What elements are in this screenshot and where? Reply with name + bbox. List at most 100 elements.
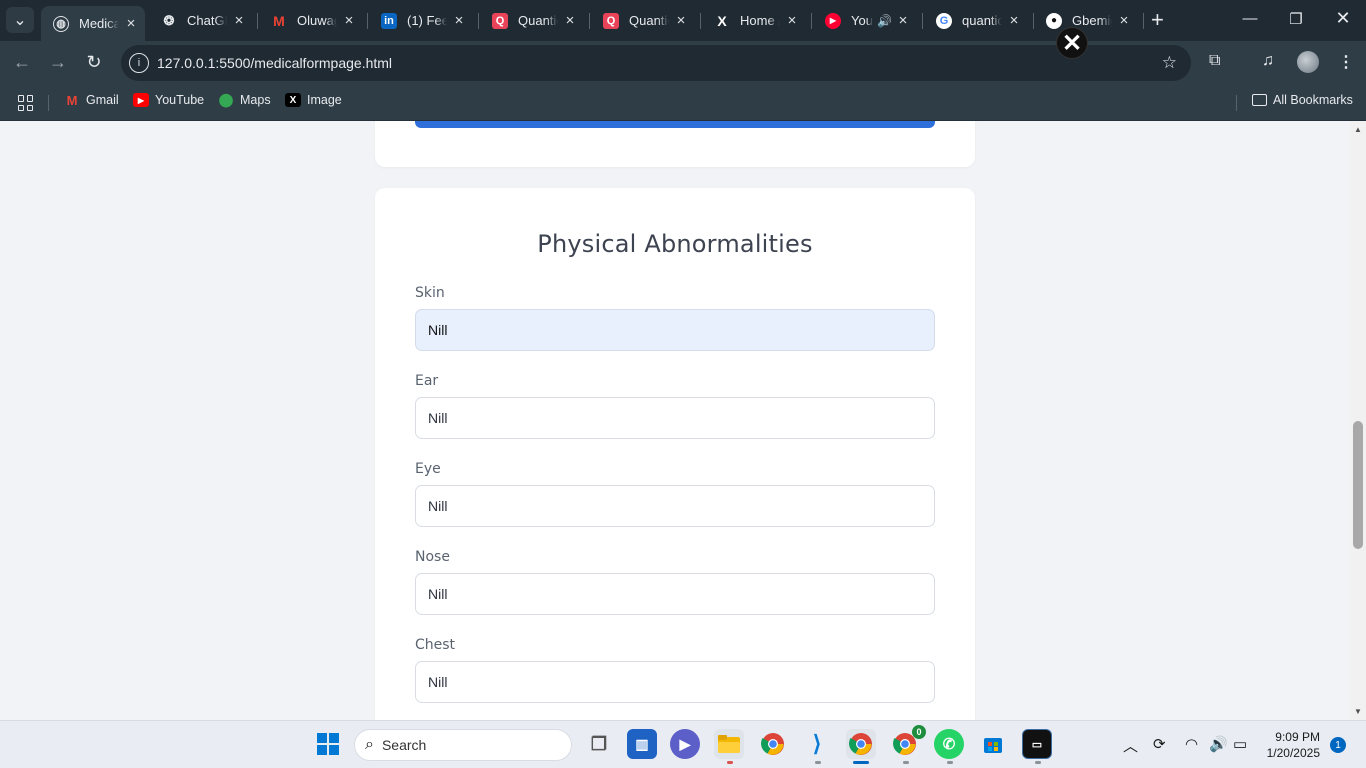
scroll-up-arrow-icon[interactable]: ▲ bbox=[1354, 125, 1362, 134]
reload-icon[interactable]: ↻ bbox=[82, 52, 106, 73]
site-info-icon[interactable]: i bbox=[129, 53, 149, 73]
tab-chatgpt[interactable]: ❂ ChatGP × bbox=[149, 6, 253, 35]
close-tab-icon[interactable]: × bbox=[231, 12, 247, 29]
running-indicator bbox=[815, 761, 821, 764]
bookmark-gmail[interactable]: M Gmail bbox=[64, 93, 119, 108]
whatsapp-icon[interactable]: ✆ bbox=[934, 729, 964, 759]
skin-label: Skin bbox=[415, 285, 445, 301]
page-scrollbar[interactable]: ▲ ▼ bbox=[1350, 121, 1366, 720]
vscode-icon[interactable]: ⟩ bbox=[802, 729, 832, 759]
page-viewport: Physical Abnormalities Skin Ear Eye Nose… bbox=[0, 121, 1350, 720]
bookmark-separator bbox=[1236, 95, 1237, 111]
screen-recorder-icon[interactable]: ▭ bbox=[1022, 729, 1052, 759]
close-tab-icon[interactable]: × bbox=[1006, 12, 1022, 29]
chrome-alt-profile-icon[interactable]: 0 bbox=[890, 725, 926, 759]
tab-linkedin[interactable]: in (1) Feed × bbox=[369, 6, 473, 35]
nose-input[interactable] bbox=[415, 573, 935, 615]
tab-search-chevron-icon[interactable]: ⌄ bbox=[6, 7, 34, 33]
ear-input[interactable] bbox=[415, 397, 935, 439]
close-tab-icon[interactable]: × bbox=[341, 12, 357, 29]
close-tab-icon[interactable]: × bbox=[784, 12, 800, 29]
tab-x-home[interactable]: X Home / × bbox=[702, 6, 806, 35]
tab-title: ChatGP bbox=[187, 13, 227, 28]
address-bar[interactable]: i 127.0.0.1:5500/medicalformpage.html ☆ bbox=[121, 45, 1191, 81]
globe-icon: ◍ bbox=[53, 15, 69, 32]
tab-title: Gbemig bbox=[1072, 13, 1112, 28]
scrollbar-thumb[interactable] bbox=[1353, 421, 1363, 549]
close-window-button[interactable]: ✕ bbox=[1320, 8, 1366, 29]
close-tab-icon[interactable]: × bbox=[673, 12, 689, 29]
profile-avatar[interactable] bbox=[1297, 51, 1319, 73]
tab-title: Home / bbox=[740, 13, 780, 28]
github-icon: ● bbox=[1046, 12, 1062, 29]
close-overlay-icon[interactable]: ✕ bbox=[1056, 27, 1088, 59]
url-text[interactable]: 127.0.0.1:5500/medicalformpage.html bbox=[157, 55, 392, 71]
taskbar-search-box[interactable]: ⌕ Search bbox=[354, 729, 572, 761]
all-bookmarks-button[interactable]: All Bookmarks bbox=[1252, 93, 1353, 107]
search-label: Search bbox=[381, 737, 427, 753]
tab-google-search[interactable]: G quantic × bbox=[924, 6, 1028, 35]
chrome-icon[interactable] bbox=[758, 729, 788, 759]
skin-input[interactable] bbox=[415, 309, 935, 351]
tab-separator bbox=[700, 13, 701, 29]
show-hidden-icons-chevron-icon[interactable]: ︿ bbox=[1123, 735, 1138, 756]
bookmark-label: YouTube bbox=[155, 93, 205, 107]
chest-input[interactable] bbox=[415, 661, 935, 703]
tab-title: Oluwag bbox=[297, 13, 337, 28]
minimize-button[interactable]: — bbox=[1227, 10, 1273, 27]
new-tab-button[interactable]: + bbox=[1151, 9, 1164, 31]
bookmark-youtube[interactable]: ▶ YouTube bbox=[133, 93, 204, 107]
youtube-icon: ▶ bbox=[133, 93, 149, 107]
all-bookmarks-label: All Bookmarks bbox=[1273, 93, 1353, 107]
speaker-icon[interactable]: 🔊 bbox=[877, 14, 892, 28]
bookmark-star-icon[interactable]: ☆ bbox=[1162, 53, 1177, 73]
more-menu-icon[interactable]: ⋮ bbox=[1338, 52, 1354, 72]
close-tab-icon[interactable]: × bbox=[123, 15, 139, 32]
running-indicator bbox=[1035, 761, 1041, 764]
active-indicator bbox=[853, 761, 869, 764]
chatgpt-icon: ❂ bbox=[163, 12, 175, 28]
chrome-profile-icon[interactable] bbox=[846, 729, 876, 759]
forward-arrow-icon[interactable]: → bbox=[46, 52, 70, 73]
volume-icon[interactable]: 🔊 bbox=[1209, 735, 1228, 753]
bookmark-label: Image bbox=[307, 93, 342, 107]
notification-badge[interactable]: 1 bbox=[1330, 737, 1346, 753]
tab-gmail[interactable]: M Oluwag × bbox=[259, 6, 363, 35]
bookmark-separator bbox=[48, 95, 49, 111]
tab-title: quantic bbox=[962, 13, 1002, 28]
extensions-icon[interactable]: ⧉ bbox=[1209, 52, 1220, 70]
file-explorer-icon[interactable] bbox=[714, 729, 744, 759]
tab-medical-form[interactable]: ◍ Medica × bbox=[41, 6, 145, 41]
search-icon: ⌕ bbox=[365, 736, 374, 753]
bookmark-maps[interactable]: ⬤ Maps bbox=[218, 92, 271, 107]
x-icon: X bbox=[717, 12, 727, 29]
battery-icon[interactable]: ▭ bbox=[1233, 735, 1247, 753]
teams-meet-icon[interactable]: ▶ bbox=[670, 729, 700, 759]
apps-grid-icon[interactable] bbox=[18, 95, 34, 111]
taskbar-clock[interactable]: 9:09 PM 1/20/2025 bbox=[1258, 729, 1320, 761]
sync-icon[interactable]: ⟳ bbox=[1153, 735, 1166, 753]
microsoft-store-icon[interactable] bbox=[978, 729, 1008, 759]
back-arrow-icon[interactable]: ← bbox=[10, 52, 34, 73]
restore-button[interactable]: ❐ bbox=[1273, 10, 1319, 28]
tab-quantic-2[interactable]: Q Quantic × bbox=[591, 6, 695, 35]
close-tab-icon[interactable]: × bbox=[562, 12, 578, 29]
windows-start-icon[interactable] bbox=[313, 729, 343, 759]
widgets-icon[interactable]: ▥ bbox=[627, 729, 657, 759]
running-indicator bbox=[947, 761, 953, 764]
bookmark-image[interactable]: X Image bbox=[285, 93, 342, 107]
tab-github[interactable]: ● Gbemig × bbox=[1034, 6, 1138, 35]
wifi-icon[interactable]: ◠ bbox=[1185, 735, 1198, 753]
eye-input[interactable] bbox=[415, 485, 935, 527]
scroll-down-arrow-icon[interactable]: ▼ bbox=[1354, 707, 1362, 716]
task-view-icon[interactable]: ❐ bbox=[584, 729, 614, 759]
close-tab-icon[interactable]: × bbox=[1116, 12, 1132, 29]
previous-submit-button[interactable] bbox=[415, 121, 935, 128]
tab-youtube-music[interactable]: ▶ You 🔊 × bbox=[813, 6, 917, 35]
close-tab-icon[interactable]: × bbox=[451, 12, 467, 29]
previous-section-card bbox=[375, 121, 975, 167]
tab-quantic-1[interactable]: Q Quantic × bbox=[480, 6, 584, 35]
quantic-icon: Q bbox=[492, 12, 508, 29]
close-tab-icon[interactable]: × bbox=[895, 12, 911, 29]
media-control-icon[interactable]: ♫ bbox=[1262, 52, 1274, 70]
